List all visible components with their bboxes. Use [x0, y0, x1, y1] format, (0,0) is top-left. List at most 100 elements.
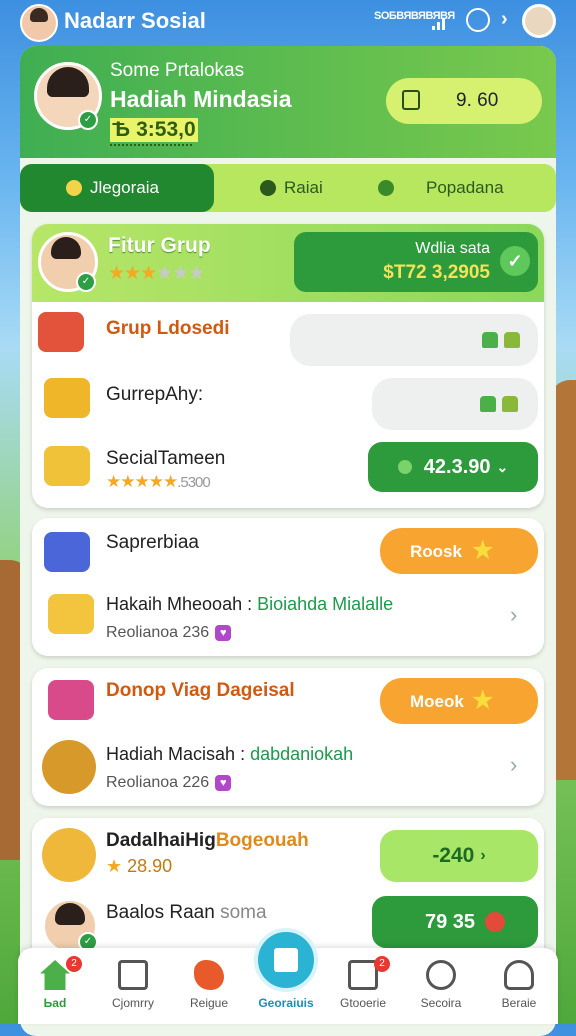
list-row-sub: ★ 28.90	[106, 856, 173, 876]
tab-bar: Jlegoraia Raiai Popadana	[20, 164, 556, 212]
splash-icon	[194, 960, 224, 990]
verified-icon: ✓	[78, 110, 98, 130]
featured-title: Fitur Grup	[108, 234, 211, 257]
notification-badge: 2	[374, 956, 390, 972]
star-icon: ★	[472, 537, 494, 564]
gold-bar-icon	[44, 446, 90, 486]
value-text: -240	[432, 844, 475, 867]
smile-icon	[426, 960, 456, 990]
nav-label: Ьаd	[43, 996, 67, 1010]
orange-button[interactable]: Roosk ★	[380, 528, 538, 574]
chevron-right-icon[interactable]: ›	[510, 602, 517, 628]
rating-text: .5300	[177, 474, 211, 491]
tab-jlegoraia[interactable]: Jlegoraia	[20, 164, 214, 212]
list-row-title: Baalos Raan soma	[106, 902, 267, 923]
list-row-sub: Reolianoa 226 ♥	[106, 774, 232, 792]
nav-label: Beraie	[501, 996, 537, 1010]
featured-header: ✓ Fitur Grup ★★★★★★ Wdlia sata $T72 3,29…	[32, 224, 544, 302]
list-row-title: Hadiah Macisah : dabdaniokah	[106, 744, 354, 764]
headset-icon[interactable]	[466, 8, 490, 32]
group-row-title: SecialTameen	[106, 448, 226, 469]
present-icon	[48, 594, 94, 634]
tab-label: Raiai	[284, 178, 323, 197]
balance-pill[interactable]: 9. 60	[386, 78, 542, 124]
tab-label: Popadana	[426, 178, 504, 197]
nav-item[interactable]: Cjomrry	[98, 948, 168, 1024]
button-label: Roosk	[410, 542, 462, 561]
alert-icon	[485, 912, 506, 932]
house-icon	[502, 396, 518, 412]
puzzle-icon	[378, 180, 394, 196]
verified-icon: ✓	[76, 272, 96, 292]
featured-card: ✓ Fitur Grup ★★★★★★ Wdlia sata $T72 3,29…	[32, 224, 544, 508]
featured-balance-button[interactable]: Wdlia sata $T72 3,2905 ✓	[294, 232, 538, 292]
chevron-right-icon[interactable]: ›	[510, 752, 517, 778]
wand-icon	[42, 828, 96, 882]
list-row-sub: Reolianoa 236 ♥	[106, 624, 232, 642]
list-card: Donop Viag Dageisal Moeok ★ Hadiah Macis…	[32, 668, 544, 806]
list-row-title: Donop Viag Dageisal	[106, 680, 295, 701]
value-button[interactable]: 79 35	[372, 896, 538, 948]
friend-avatar[interactable]	[522, 4, 556, 38]
nav-label: Cjomrry	[112, 996, 154, 1010]
nav-item[interactable]: Secoira	[406, 948, 476, 1024]
calendar-icon	[118, 960, 148, 990]
star-icon: ★	[472, 687, 494, 714]
featured-button-label: Wdlia sata	[415, 240, 490, 257]
nav-item[interactable]: Reigue	[174, 948, 244, 1024]
nav-item[interactable]: 2 Gtooerie	[328, 948, 398, 1024]
profile-subtitle: Some Prtalokas	[110, 60, 245, 81]
orange-button[interactable]: Moeok ★	[380, 678, 538, 724]
app-title: Nadarr Sosial	[64, 8, 206, 33]
gift-icon	[48, 680, 94, 720]
nav-home[interactable]: 2 Ьаd	[20, 948, 90, 1024]
nav-label: Gtooerie	[339, 996, 387, 1010]
notification-badge: 2	[66, 956, 82, 972]
gift-icon	[38, 312, 84, 352]
list-row-title: DadalhaiHigBogeouah	[106, 830, 309, 851]
group-row-pill[interactable]	[372, 378, 538, 430]
value-button[interactable]: 42.3.90 ⌄	[368, 442, 538, 492]
tab-raiai[interactable]: Raiai	[214, 164, 364, 212]
house-icon	[480, 396, 496, 412]
center-action-button[interactable]	[254, 928, 318, 992]
chevron-right-icon: ›	[480, 847, 486, 864]
chevron-down-icon: ⌄	[496, 458, 509, 475]
button-label: Moeok	[410, 692, 464, 711]
list-card: Saprerbiaa Roosk ★ Hakaih Mheooah : Bioi…	[32, 518, 544, 656]
featured-button-value: $T72 3,2905	[383, 262, 490, 283]
chevron-right-icon[interactable]: ›	[501, 8, 508, 31]
house-icon	[504, 332, 520, 348]
house-icon	[482, 332, 498, 348]
nav-label: Georaiuis	[258, 996, 314, 1010]
wallet-icon	[402, 90, 420, 110]
music-icon	[66, 180, 82, 196]
tab-popadana[interactable]: Popadana	[364, 164, 556, 212]
profile-name: Hadiah Mindasia	[110, 86, 292, 112]
profile-id: Ѣ 3:53,0	[110, 118, 198, 142]
signal-icon	[432, 18, 445, 30]
heart-icon: ♥	[215, 624, 232, 641]
nav-label: Reigue	[189, 996, 229, 1010]
divider	[110, 144, 192, 152]
value-text: 42.3.90	[423, 455, 491, 478]
list-row-title: Hakaih Mheooah : Bioiahda Mialalle	[106, 594, 394, 614]
rating-stars: ★★★★★★	[108, 263, 205, 284]
value-text: 79 35	[424, 910, 476, 933]
book-icon	[274, 948, 298, 972]
user-avatar[interactable]	[20, 4, 58, 42]
group-row-pill[interactable]	[290, 314, 538, 366]
top-bar: Nadarr Sosial SOБВЯВЯВЯВЯ ›	[0, 0, 576, 44]
nav-label: Secoira	[420, 996, 462, 1010]
tab-label: Jlegoraia	[90, 178, 159, 197]
leaf-icon	[397, 460, 412, 474]
profile-header: ✓ Some Prtalokas Hadiah Mindasia Ѣ 3:53,…	[20, 46, 556, 158]
value-button[interactable]: -240 ›	[380, 830, 538, 882]
group-row-title: Grup Ldosedi	[106, 318, 230, 339]
group-row-title: GurrepAhy:	[106, 384, 204, 405]
chest-icon	[44, 378, 90, 418]
main-panel: ✓ Some Prtalokas Hadiah Mindasia Ѣ 3:53,…	[20, 46, 556, 1036]
check-icon: ✓	[500, 246, 530, 276]
nav-item[interactable]: Beraie	[484, 948, 554, 1024]
profile-icon	[504, 960, 534, 990]
